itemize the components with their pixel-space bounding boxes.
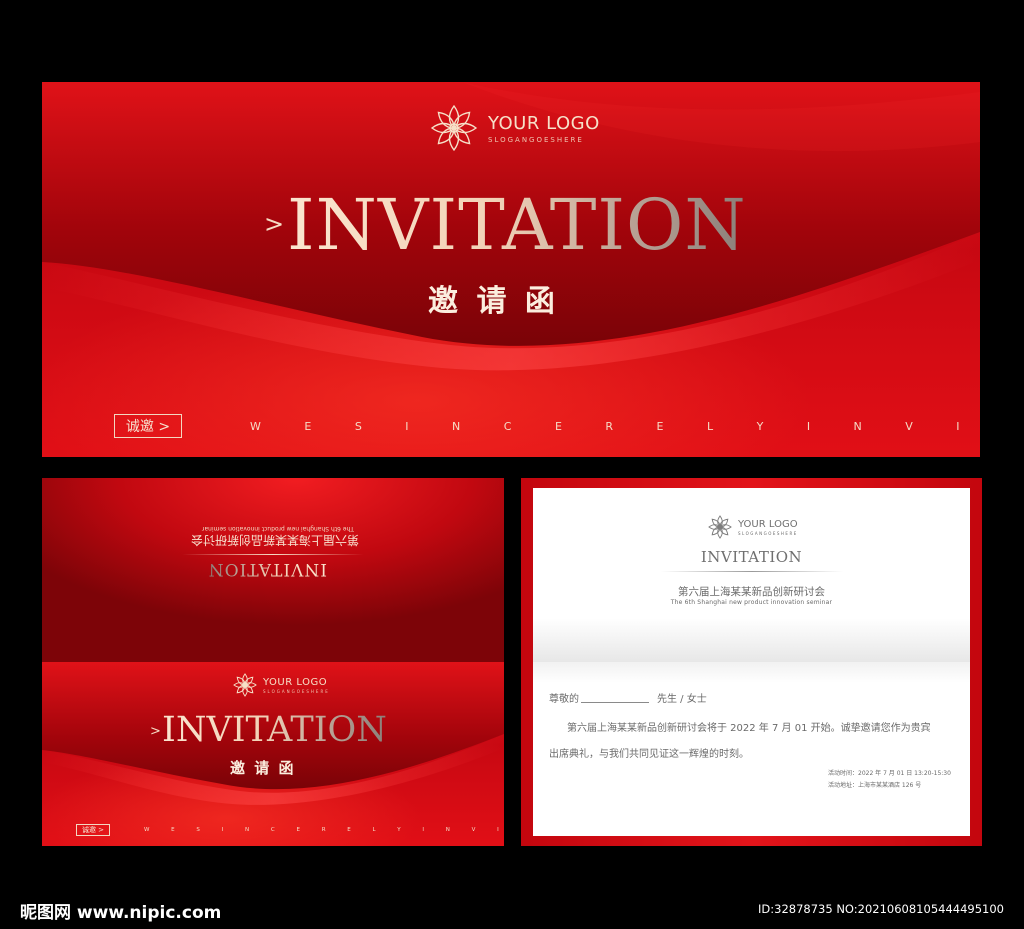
greeting-label: 尊敬的: [549, 694, 579, 705]
front-panel: YOUR LOGO SLOGANGOESHERE > INVITATION 邀 …: [42, 662, 504, 846]
image-id: ID:32878735 NO:20210608105444495100: [758, 902, 1004, 916]
logo-name: YOUR LOGO: [488, 112, 600, 134]
logo-slogan: SLOGANGOESHERE: [488, 135, 584, 144]
invitation-title: INVITATION: [162, 710, 387, 750]
logo-text: YOUR LOGO SLOGANGOESHERE: [263, 677, 330, 694]
paper-upper: YOUR LOGO SLOGANGOESHERE INVITATION 第六届上…: [533, 488, 970, 662]
invitation-title: INVITATION: [287, 184, 747, 266]
mirrored-content: INVITATION 第六届上海某某新品创新研讨会 The 6th Shangh…: [42, 478, 504, 662]
lotus-flower-icon: [233, 673, 257, 697]
mirrored-divider: [182, 554, 364, 555]
inner-title: INVITATION: [700, 548, 803, 566]
chevron-right-icon: >: [150, 724, 161, 739]
event-time: 活动时间：2022 年 7 月 01 日 13:20-15:30: [828, 770, 951, 777]
body-line-2: 出席典礼，与我们共同见证这一辉煌的时刻。: [549, 749, 749, 760]
watermark: 昵图网 www.nipic.com: [20, 903, 222, 923]
greeting-line: 尊敬的 先生 / 女士: [549, 690, 707, 705]
mirrored-event-cn: 第六届上海某某新品创新研讨会: [190, 533, 359, 547]
mirrored-event-en: The 6th Shanghai new product innovation …: [201, 525, 354, 532]
tagline: W E S I N C E R E L Y I N V I T E Y O U: [144, 827, 504, 833]
mirrored-title: INVITATION: [207, 559, 327, 579]
logo-name: YOUR LOGO: [263, 676, 328, 688]
lotus-flower-icon: [430, 104, 478, 152]
logo-text: YOUR LOGO SLOGANGOESHERE: [488, 113, 600, 144]
invitation-title-cn: 邀 请 函: [428, 284, 559, 319]
event-address: 活动地址：上海市某某酒店 126 号: [828, 782, 922, 789]
salutation: 先生 / 女士: [657, 694, 707, 705]
tagline: W E S I N C E R E L Y I N V I T E Y O U: [250, 420, 980, 433]
paper-lower: 尊敬的 先生 / 女士 第六届上海某某新品创新研讨会将于 2022 年 7 月 …: [533, 662, 970, 836]
back-panel: INVITATION 第六届上海某某新品创新研讨会 The 6th Shangh…: [42, 478, 504, 662]
logo: YOUR LOGO SLOGANGOESHERE: [232, 672, 330, 698]
event-name-cn: 第六届上海某某新品创新研讨会: [678, 586, 825, 598]
sincere-invite-button[interactable]: 诚邀 >: [76, 824, 110, 836]
logo-name: YOUR LOGO: [738, 518, 798, 530]
invitation-cover-large: YOUR LOGO SLOGANGOESHERE > INVITATION 邀 …: [42, 82, 980, 457]
name-blank-line[interactable]: [581, 702, 649, 703]
lotus-flower-icon: [708, 515, 732, 539]
event-name-en: The 6th Shanghai new product innovation …: [670, 599, 833, 606]
logo: YOUR LOGO SLOGANGOESHERE: [428, 102, 600, 154]
body-line-1: 第六届上海某某新品创新研讨会将于 2022 年 7 月 01 开始。诚挚邀请您作…: [567, 723, 931, 734]
logo-text: YOUR LOGO SLOGANGOESHERE: [738, 519, 798, 536]
invitation-inner-page: YOUR LOGO SLOGANGOESHERE INVITATION 第六届上…: [521, 478, 982, 846]
logo-slogan: SLOGANGOESHERE: [263, 688, 330, 694]
sincere-invite-button[interactable]: 诚邀 >: [114, 414, 182, 438]
chevron-right-icon: >: [264, 210, 285, 238]
invitation-title-cn: 邀 请 函: [230, 759, 296, 777]
logo-slogan: SLOGANGOESHERE: [738, 530, 798, 536]
logo: YOUR LOGO SLOGANGOESHERE: [707, 514, 798, 540]
invitation-folded-front: INVITATION 第六届上海某某新品创新研讨会 The 6th Shangh…: [42, 478, 504, 846]
divider: [661, 571, 843, 572]
